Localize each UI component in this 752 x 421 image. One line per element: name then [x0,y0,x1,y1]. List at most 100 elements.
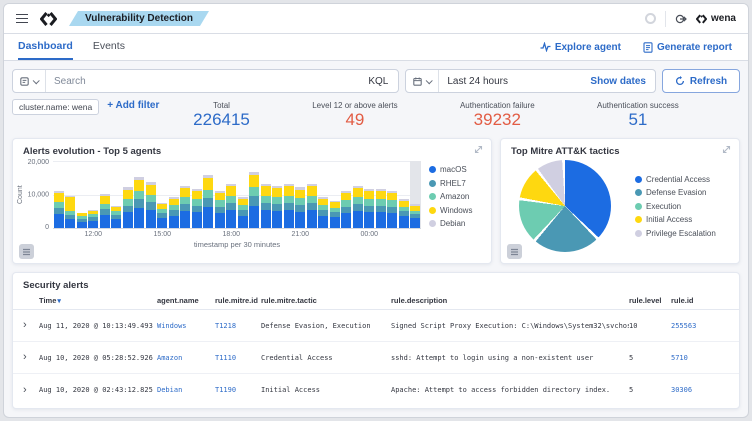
table-row: ›Aug 11, 2020 @ 10:13:49.493WindowsT1218… [13,310,739,342]
bar[interactable] [191,161,203,228]
bar[interactable] [364,161,376,228]
bar[interactable] [65,161,77,228]
legend-item[interactable]: Privilege Escalation [635,229,691,238]
time-range-value[interactable]: Last 24 hours [439,76,590,87]
export-icon[interactable] [675,13,687,25]
bar[interactable] [249,161,261,228]
bar[interactable] [341,161,353,228]
bar-stack [376,189,386,228]
bar[interactable] [157,161,169,228]
legend-toggle-button[interactable] [507,244,522,259]
bar[interactable] [203,161,215,228]
bar[interactable] [145,161,157,228]
bar[interactable] [214,161,226,228]
health-status-icon[interactable] [645,13,656,24]
y-tick: 20,000 [28,159,49,166]
agent-name-link[interactable]: Amazon [157,354,215,362]
column-header-agent-name[interactable]: agent.name [157,296,215,305]
bar[interactable] [306,161,318,228]
bar[interactable] [226,161,238,228]
rule-id-link[interactable]: 5710 [671,354,729,362]
rule-id-link[interactable]: 255563 [671,322,729,330]
bar-segment [100,196,110,204]
bar[interactable] [329,161,341,228]
mitre-id-link[interactable]: T1218 [215,322,261,330]
menu-icon[interactable] [16,14,28,24]
wazuh-logo-icon[interactable] [40,12,57,26]
bar[interactable] [398,161,410,228]
expand-icon[interactable] [474,145,483,154]
agent-name-link[interactable]: Windows [157,322,215,330]
bars-container [53,161,421,228]
generate-report-button[interactable]: Generate report [643,42,732,53]
legend-item[interactable]: Initial Access [635,215,691,224]
explore-agent-button[interactable]: Explore agent [540,42,621,53]
filter-pill[interactable]: cluster.name: wena [12,99,99,115]
show-dates-button[interactable]: Show dates [590,76,655,87]
bar[interactable] [168,161,180,228]
bar-stack [249,172,259,228]
tab-dashboard[interactable]: Dashboard [18,34,73,60]
legend-label: RHEL7 [440,179,466,188]
legend-item[interactable]: Defense Evasion [635,188,691,197]
bar[interactable] [99,161,111,228]
bar[interactable] [111,161,123,228]
expand-icon[interactable] [722,145,731,154]
search-input[interactable] [46,76,358,87]
row-expand-icon[interactable]: › [23,352,39,363]
bar[interactable] [410,161,422,228]
account-menu[interactable]: wena [696,13,736,24]
sort-down-icon[interactable]: ▾ [57,298,61,305]
calendar-menu[interactable] [406,70,439,92]
legend-item[interactable]: Windows [429,206,485,215]
saved-query-menu[interactable] [13,70,46,92]
bar[interactable] [352,161,364,228]
cell-time: Aug 10, 2020 @ 02:43:12.825 [39,386,157,394]
add-filter-button[interactable]: + Add filter [107,99,159,111]
column-header-rule-mitre-id[interactable]: rule.mitre.id [215,296,261,305]
legend-item[interactable]: Execution [635,202,691,211]
row-expand-icon[interactable]: › [23,385,39,396]
bar[interactable] [387,161,399,228]
mitre-id-link[interactable]: T1110 [215,354,261,362]
refresh-button[interactable]: Refresh [662,69,740,93]
legend-item[interactable]: Debian [429,219,485,228]
bar[interactable] [122,161,134,228]
bar-stack [226,184,236,228]
kql-toggle[interactable]: KQL [358,76,398,87]
bar[interactable] [283,161,295,228]
legend-item[interactable]: macOS [429,165,485,174]
column-header-rule-id[interactable]: rule.id [671,296,729,305]
tab-events[interactable]: Events [93,34,125,60]
agent-name-link[interactable]: Debian [157,386,215,394]
bar-stack [77,213,87,228]
bar-segment [272,204,282,211]
mitre-id-link[interactable]: T1190 [215,386,261,394]
bar[interactable] [260,161,272,228]
row-expand-icon[interactable]: › [23,320,39,331]
bar[interactable] [134,161,146,228]
bar[interactable] [88,161,100,228]
column-header-rule-level[interactable]: rule.level [629,296,671,305]
rule-id-link[interactable]: 30306 [671,386,729,394]
legend-item[interactable]: Amazon [429,192,485,201]
legend-toggle-button[interactable] [19,244,34,259]
refresh-icon [675,76,685,86]
bar[interactable] [180,161,192,228]
bar[interactable] [295,161,307,228]
bar[interactable] [272,161,284,228]
bar[interactable] [76,161,88,228]
bar-stack [295,187,305,228]
bar[interactable] [375,161,387,228]
bar[interactable] [53,161,65,228]
column-header-rule-mitre-tactic[interactable]: rule.mitre.tactic [261,296,391,305]
bar[interactable] [318,161,330,228]
legend-item[interactable]: Credential Access [635,175,691,184]
legend-item[interactable]: RHEL7 [429,179,485,188]
mitre-pie-chart[interactable] [519,160,611,252]
column-header-time[interactable]: Time▾ [39,296,157,305]
bar-segment [249,175,259,187]
column-header-rule-description[interactable]: rule.description [391,296,629,305]
bar[interactable] [237,161,249,228]
bar-segment [364,206,374,213]
